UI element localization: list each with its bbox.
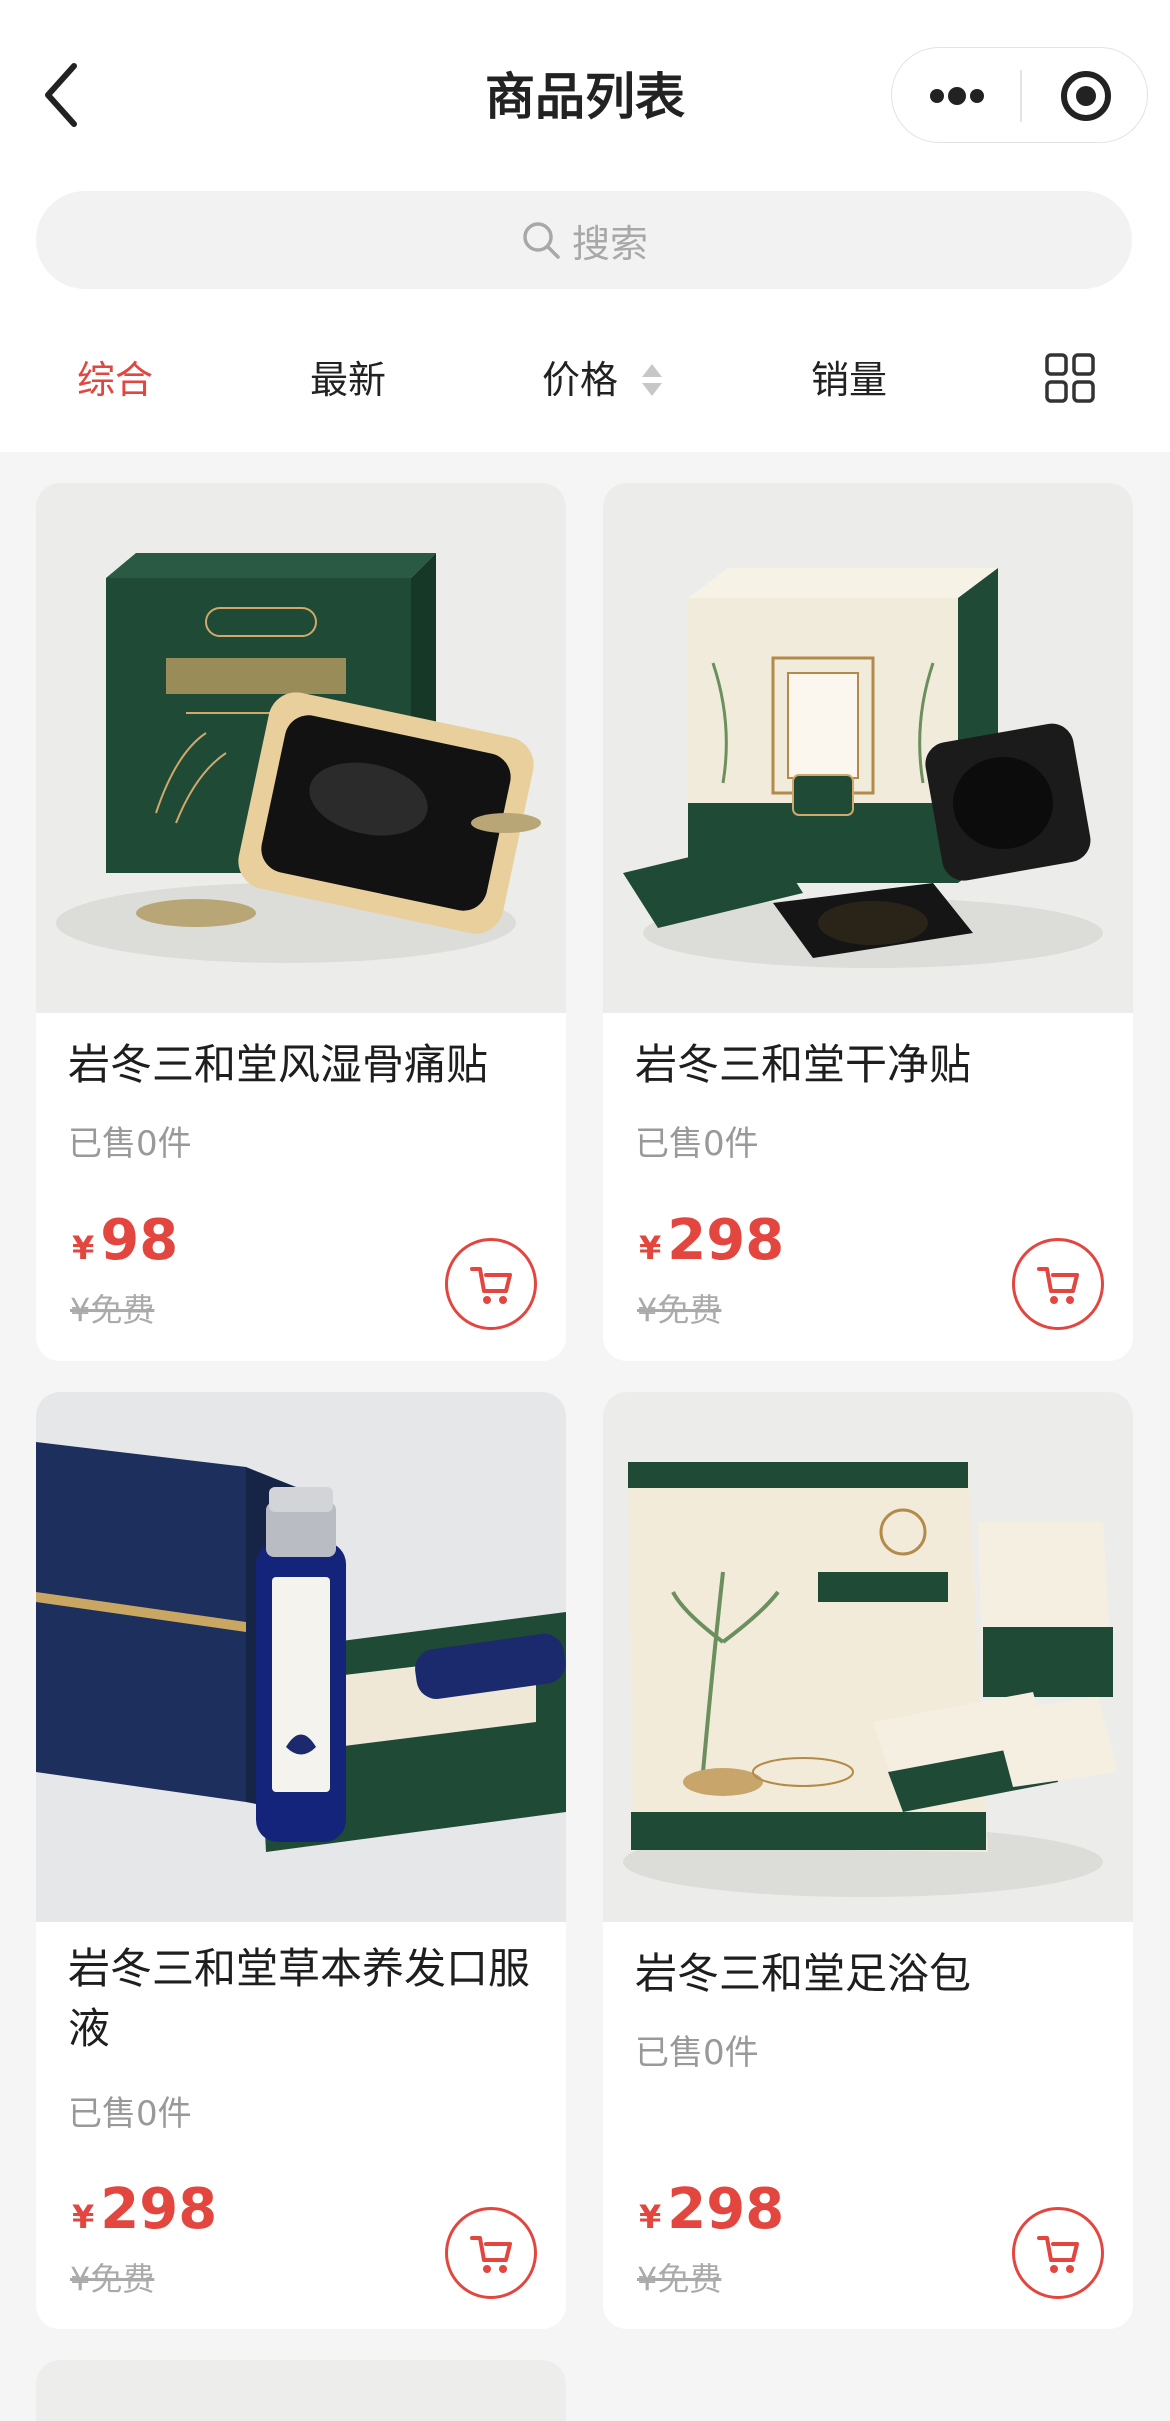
product-image[interactable] (603, 1392, 1133, 1922)
product-price: ¥298 (72, 2177, 218, 2242)
cart-icon (1037, 1267, 1079, 1304)
add-to-cart-button[interactable] (445, 2207, 537, 2299)
add-to-cart-button[interactable] (1012, 1238, 1104, 1330)
product-image[interactable] (36, 2360, 566, 2421)
product-image[interactable] (36, 1392, 566, 1922)
tab-price[interactable]: 价格 (542, 340, 664, 420)
tab-sales[interactable]: 销量 (811, 340, 887, 420)
product-card[interactable]: 岩冬三和堂干净贴 已售0件 ¥298 ¥免费 (603, 483, 1133, 1361)
product-price: ¥298 (639, 1208, 785, 1273)
grid-layout-icon[interactable] (1045, 353, 1095, 403)
header-area: 商品列表 搜索 综合 最新 价格 销量 (0, 0, 1170, 452)
product-name[interactable]: 岩冬三和堂风湿骨痛贴 (68, 1035, 538, 1095)
add-to-cart-button[interactable] (445, 1238, 537, 1330)
cart-icon (470, 1267, 512, 1304)
original-price: ¥免费 (637, 1291, 722, 1329)
add-to-cart-button[interactable] (1012, 2207, 1104, 2299)
sort-arrows-icon (642, 363, 663, 396)
sold-count: 已售0件 (635, 2033, 759, 2073)
search-placeholder: 搜索 (571, 221, 648, 266)
nav-bar: 商品列表 (0, 0, 1170, 190)
search-bar[interactable]: 搜索 (36, 191, 1132, 289)
product-price: ¥298 (639, 2177, 785, 2242)
sold-count: 已售0件 (635, 1124, 759, 1164)
original-price: ¥免费 (70, 2260, 155, 2298)
product-image[interactable] (36, 483, 566, 1013)
more-icon[interactable] (927, 76, 987, 116)
mini-program-capsule (891, 47, 1148, 143)
product-name[interactable]: 岩冬三和堂草本养发口服液 (68, 1939, 538, 2059)
original-price: ¥免费 (637, 2260, 722, 2298)
tab-comprehensive[interactable]: 综合 (77, 340, 153, 420)
product-card[interactable]: 岩冬三和堂风湿骨痛贴 已售0件 ¥98 ¥免费 (36, 483, 566, 1361)
sort-tabs: 综合 最新 价格 销量 (0, 340, 1170, 420)
cart-icon (1037, 2236, 1079, 2273)
cart-icon (470, 2236, 512, 2273)
product-card-partial[interactable] (36, 2360, 566, 2421)
capsule-divider (1020, 70, 1022, 122)
product-card[interactable]: 岩冬三和堂足浴包 已售0件 ¥298 ¥免费 (603, 1392, 1133, 2329)
sold-count: 已售0件 (68, 1124, 192, 1164)
sold-count: 已售0件 (68, 2094, 192, 2134)
search-icon (523, 222, 560, 259)
product-image[interactable] (603, 483, 1133, 1013)
product-price: ¥98 (72, 1208, 179, 1273)
product-name[interactable]: 岩冬三和堂足浴包 (635, 1944, 1105, 2004)
original-price: ¥免费 (70, 1291, 155, 1329)
tab-newest[interactable]: 最新 (310, 340, 386, 420)
product-card[interactable]: 岩冬三和堂草本养发口服液 已售0件 ¥298 ¥免费 (36, 1392, 566, 2329)
product-name[interactable]: 岩冬三和堂干净贴 (635, 1035, 1105, 1095)
close-target-icon[interactable] (1059, 69, 1113, 123)
